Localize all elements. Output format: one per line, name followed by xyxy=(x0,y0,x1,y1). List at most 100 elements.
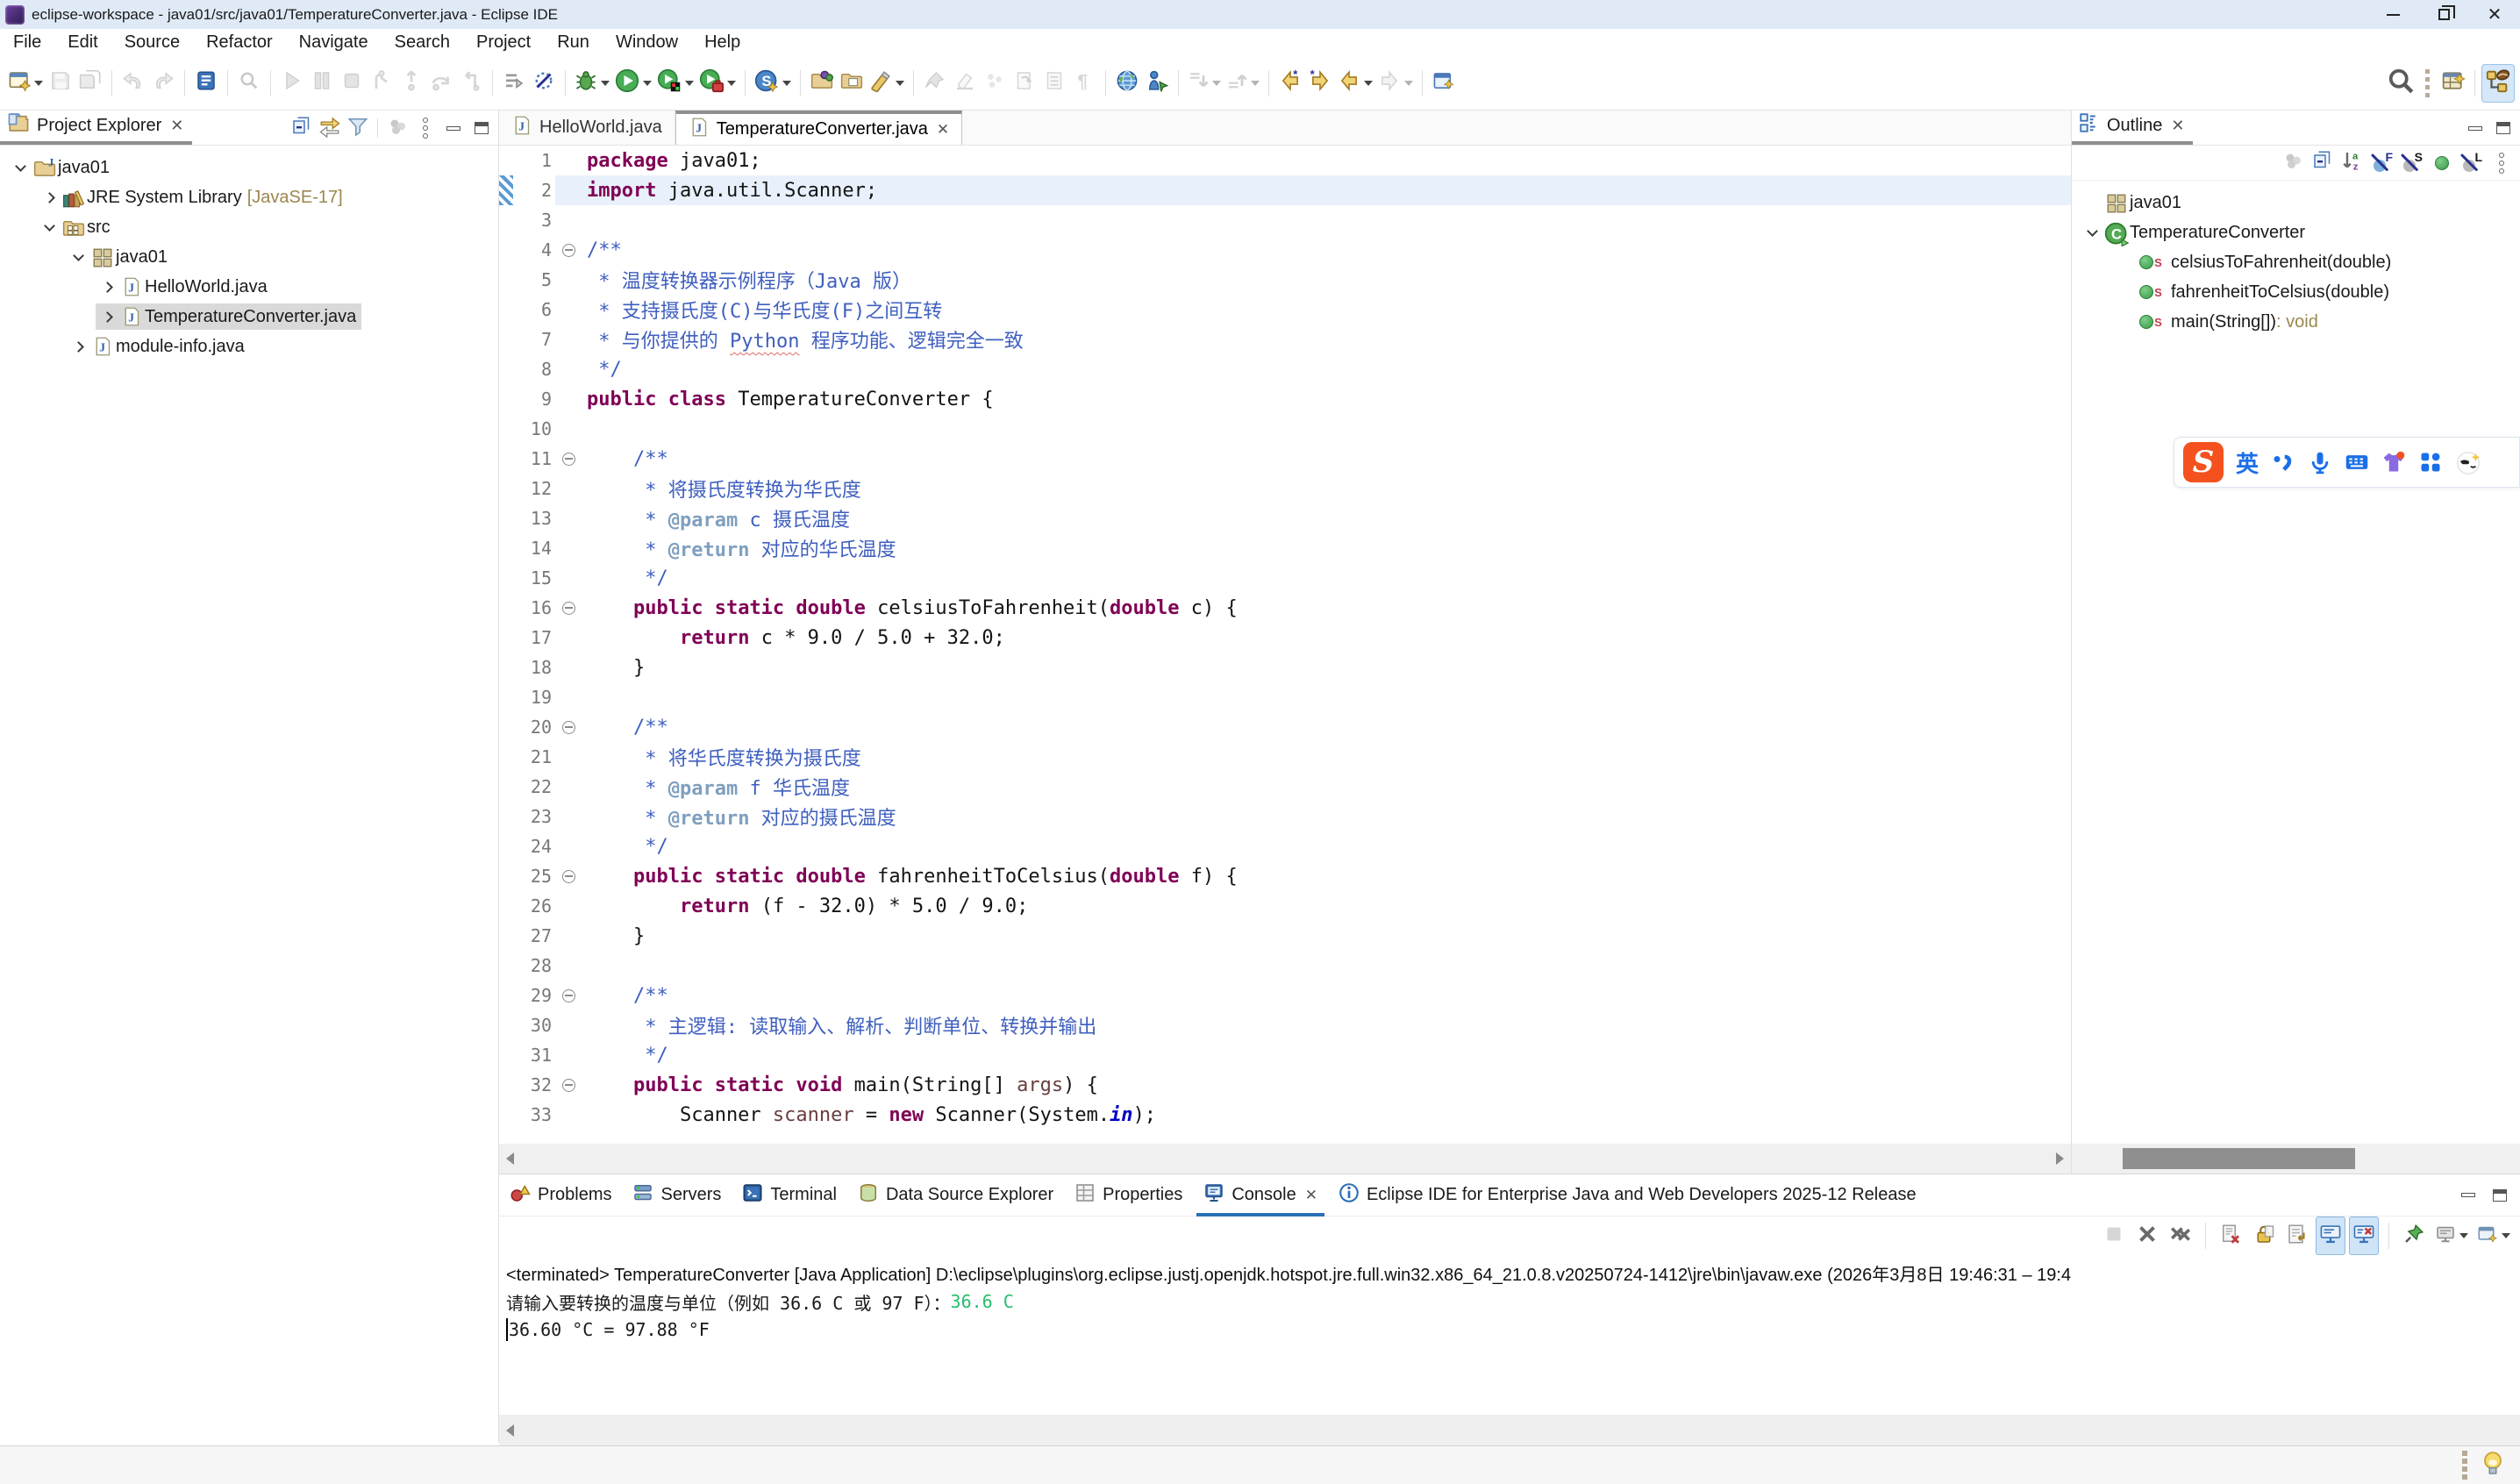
code-line-32[interactable]: 32 public static void main(String[] args… xyxy=(499,1070,2071,1100)
lightbulb-notification-icon[interactable] xyxy=(2480,1450,2506,1480)
explorer-item-module-info-java[interactable]: Jmodule-info.java xyxy=(0,332,498,361)
code-line-18[interactable]: 18 } xyxy=(499,653,2071,682)
open-perspective-button[interactable] xyxy=(2438,64,2468,103)
run-dropdown-arrow[interactable] xyxy=(643,81,652,86)
menu-help[interactable]: Help xyxy=(691,29,753,56)
code-line-21[interactable]: 21 * 将华氏度转换为摄氏度 xyxy=(499,742,2071,772)
console-scroll-lock-button[interactable] xyxy=(2249,1216,2279,1255)
toolbar-import-projects-button[interactable] xyxy=(807,64,837,103)
forward-dropdown-arrow[interactable] xyxy=(1404,81,1413,86)
menu-refactor[interactable]: Refactor xyxy=(193,29,286,56)
microphone-icon[interactable] xyxy=(2308,450,2332,474)
code-line-19[interactable]: 19 xyxy=(499,682,2071,712)
fold-collapse-icon[interactable] xyxy=(555,989,582,1002)
menu-file[interactable]: File xyxy=(0,29,54,56)
code-line-25[interactable]: 25 public static double fahrenheitToCels… xyxy=(499,861,2071,891)
chevron-right-icon[interactable] xyxy=(96,283,118,291)
outline-item-celsiustofahrenheit-double-[interactable]: ScelsiusToFahrenheit(double) xyxy=(2072,247,2520,277)
scroll-left-arrow[interactable] xyxy=(506,1424,514,1437)
toolbar-open-resource-button[interactable] xyxy=(837,64,867,103)
focus-button[interactable] xyxy=(386,117,409,139)
ime-punctuation-icon[interactable] xyxy=(2271,450,2295,474)
bottom-tab-data-source-explorer[interactable]: Data Source Explorer xyxy=(847,1174,1064,1216)
code-line-13[interactable]: 13 * @param c 摄氏温度 xyxy=(499,503,2071,533)
code-line-20[interactable]: 20 /** xyxy=(499,712,2071,742)
maximize-view-button[interactable] xyxy=(470,117,493,139)
explorer-item-temperatureconverter-java[interactable]: JTemperatureConverter.java xyxy=(0,302,498,332)
code-line-3[interactable]: 3 xyxy=(499,205,2071,235)
hide-fields-button[interactable]: F xyxy=(2371,152,2394,175)
display-selected-console-dropdown-arrow[interactable] xyxy=(2459,1233,2468,1238)
bottom-tab-problems[interactable]: Problems xyxy=(499,1174,622,1216)
toolbar-back-button[interactable] xyxy=(1335,64,1375,103)
code-line-27[interactable]: 27 } xyxy=(499,921,2071,951)
toolbar-launch-tool-button[interactable] xyxy=(1142,64,1172,103)
close-tab-icon[interactable]: ✕ xyxy=(1305,1187,1317,1204)
chevron-down-icon[interactable] xyxy=(67,255,89,260)
toolbar-coverage-button[interactable] xyxy=(654,64,696,103)
fold-collapse-icon[interactable] xyxy=(555,721,582,734)
code-line-9[interactable]: 9public class TemperatureConverter { xyxy=(499,384,2071,414)
code-line-31[interactable]: 31 */ xyxy=(499,1040,2071,1070)
toolbar-run-button[interactable] xyxy=(612,64,654,103)
code-line-30[interactable]: 30 * 主逻辑: 读取输入、解析、判断单位、转换并输出 xyxy=(499,1010,2071,1040)
code-line-8[interactable]: 8 */ xyxy=(499,354,2071,384)
server-wizard-dropdown-arrow[interactable] xyxy=(782,81,791,86)
prev-annotation-dropdown-arrow[interactable] xyxy=(1251,81,1260,86)
keyboard-icon[interactable] xyxy=(2345,450,2369,474)
code-line-6[interactable]: 6 * 支持摄氏度(C)与华氏度(F)之间互转 xyxy=(499,295,2071,325)
code-line-1[interactable]: 1package java01; xyxy=(499,146,2071,175)
toolbar-mark-occurrences-button[interactable] xyxy=(867,64,907,103)
outline-item-temperatureconverter[interactable]: CTemperatureConverter xyxy=(2072,218,2520,247)
minimize-view-button[interactable] xyxy=(442,117,465,139)
code-line-14[interactable]: 14 * @return 对应的华氏温度 xyxy=(499,533,2071,563)
console-hscrollbar[interactable] xyxy=(499,1415,2520,1446)
chevron-right-icon[interactable] xyxy=(38,194,61,202)
code-line-17[interactable]: 17 return c * 9.0 / 5.0 + 32.0; xyxy=(499,623,2071,653)
chevron-right-icon[interactable] xyxy=(67,343,89,351)
new-wizard-dropdown-arrow[interactable] xyxy=(34,81,43,86)
close-button[interactable]: ✕ xyxy=(2469,0,2520,29)
code-line-4[interactable]: 4/** xyxy=(499,235,2071,265)
scroll-left-arrow[interactable] xyxy=(506,1152,514,1165)
fold-collapse-icon[interactable] xyxy=(555,1079,582,1092)
toolbar-new-window-wizard-button[interactable] xyxy=(1429,64,1459,103)
fold-collapse-icon[interactable] xyxy=(555,602,582,615)
outline-item-fahrenheittocelsius-double-[interactable]: SfahrenheitToCelsius(double) xyxy=(2072,277,2520,307)
code-line-23[interactable]: 23 * @return 对应的摄氏温度 xyxy=(499,802,2071,831)
toolbar-skip-breakpoints-button[interactable] xyxy=(529,64,559,103)
menu-navigate[interactable]: Navigate xyxy=(286,29,382,56)
collapse-all-button[interactable] xyxy=(290,117,313,139)
ime-mascot-icon[interactable] xyxy=(2455,449,2481,475)
code-line-11[interactable]: 11 /** xyxy=(499,444,2071,474)
chevron-right-icon[interactable] xyxy=(96,313,118,321)
tab-project-explorer[interactable]: Project Explorer ✕ xyxy=(0,110,192,145)
outline-item-main-string-[interactable]: Smain(String[]) : void xyxy=(2072,307,2520,337)
hide-static-button[interactable]: S xyxy=(2401,152,2424,175)
maximize-view-button[interactable] xyxy=(2492,117,2515,139)
code-line-15[interactable]: 15 */ xyxy=(499,563,2071,593)
bottom-tab-terminal[interactable]: Terminal xyxy=(732,1174,847,1216)
ime-language-mode[interactable]: 英 xyxy=(2236,446,2259,479)
close-view-icon[interactable]: ✕ xyxy=(2171,117,2184,135)
back-dropdown-arrow[interactable] xyxy=(1364,81,1373,86)
coverage-dropdown-arrow[interactable] xyxy=(685,81,694,86)
chevron-down-icon[interactable] xyxy=(2081,231,2103,235)
toolbar-profile-button[interactable] xyxy=(696,64,739,103)
maximize-view-button[interactable] xyxy=(2488,1184,2511,1207)
minimize-button[interactable] xyxy=(2367,0,2418,29)
profile-dropdown-arrow[interactable] xyxy=(727,81,736,86)
tab-outline[interactable]: Outline ✕ xyxy=(2072,110,2193,145)
code-line-26[interactable]: 26 return (f - 32.0) * 5.0 / 9.0; xyxy=(499,891,2071,921)
explorer-item-helloworld-java[interactable]: JHelloWorld.java xyxy=(0,272,498,302)
code-line-7[interactable]: 7 * 与你提供的 Python 程序功能、逻辑完全一致 xyxy=(499,325,2071,354)
console-show-on-stdout-button[interactable] xyxy=(2316,1216,2345,1255)
code-line-2[interactable]: 2import java.util.Scanner; xyxy=(499,175,2071,205)
hide-local-types-button[interactable]: L xyxy=(2460,152,2483,175)
menu-window[interactable]: Window xyxy=(603,29,691,56)
perspective-javaee-button[interactable] xyxy=(2481,64,2515,103)
ime-apps-icon[interactable] xyxy=(2418,450,2443,474)
view-menu-button[interactable] xyxy=(414,117,437,139)
console-display-selected-console-button[interactable] xyxy=(2432,1216,2471,1255)
toolbar-server-wizard-button[interactable]: S xyxy=(752,64,794,103)
